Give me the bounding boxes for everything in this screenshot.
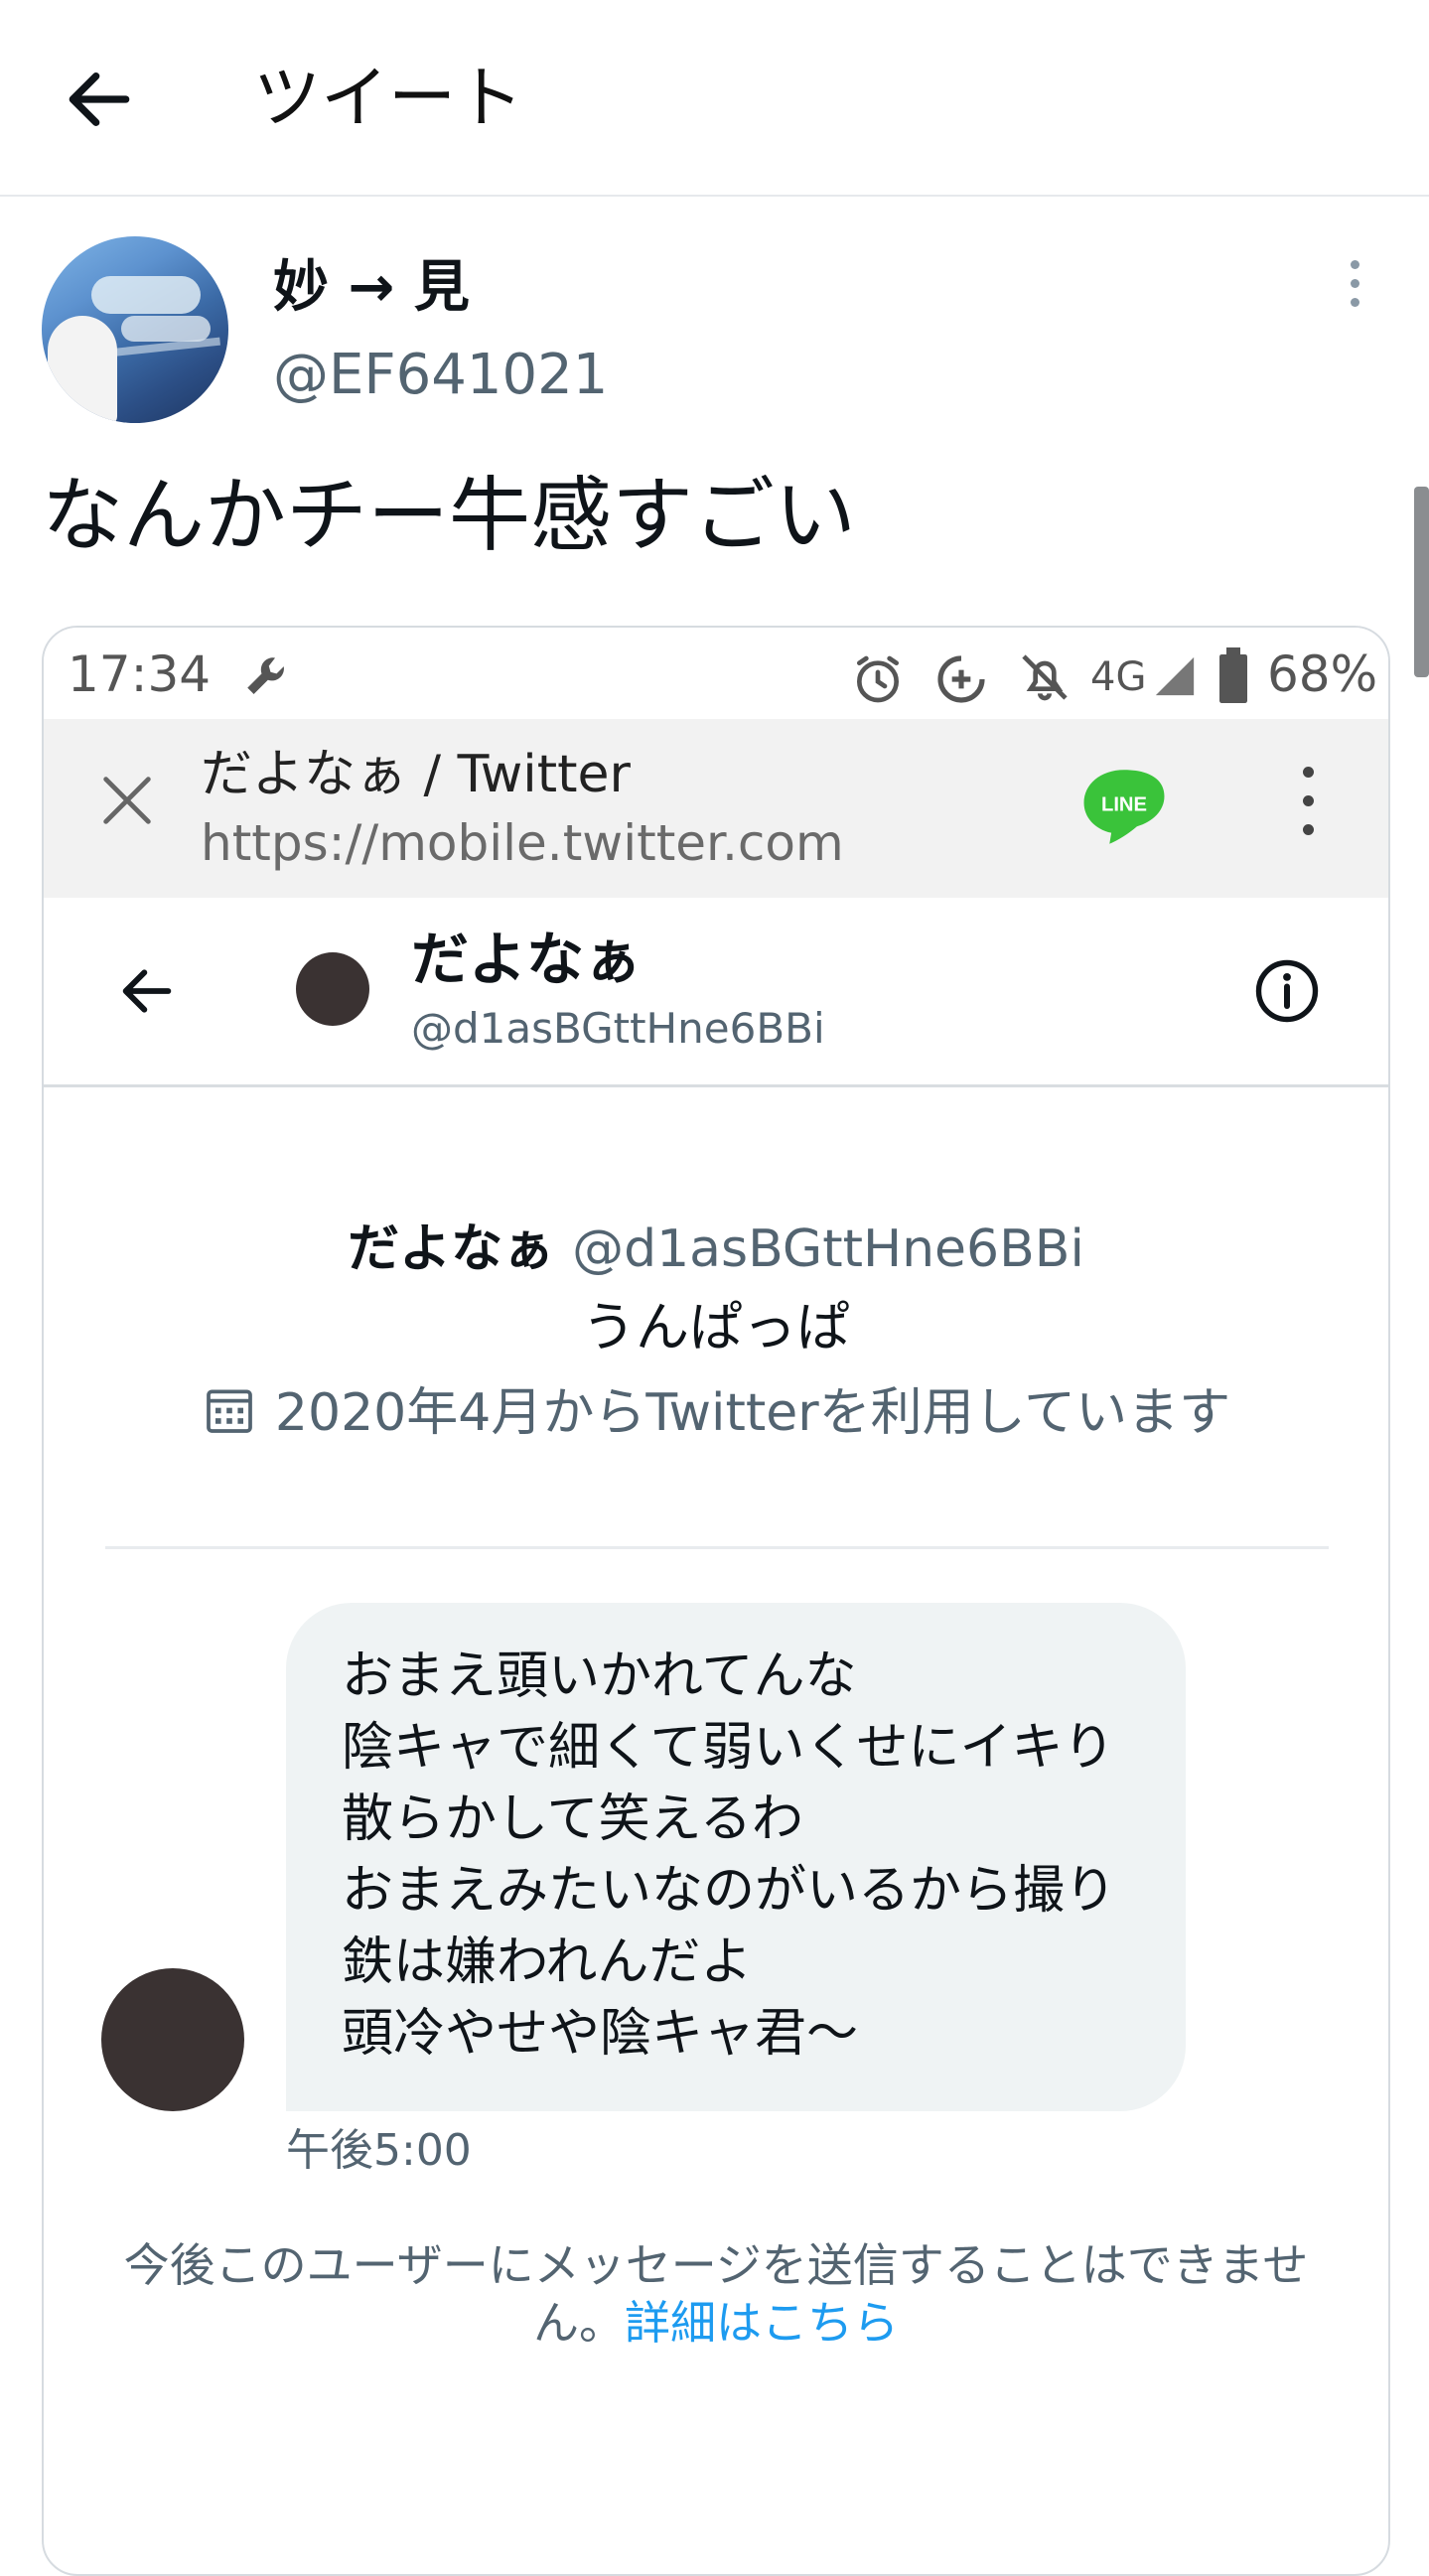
info-icon[interactable] <box>1251 955 1323 1027</box>
signal-icon <box>1155 656 1195 696</box>
author-handle[interactable]: @EF641021 <box>273 338 608 413</box>
scrollbar-thumb[interactable] <box>1414 487 1429 677</box>
learn-more-link[interactable]: 詳細はこちら <box>625 2296 899 2350</box>
notice-text-line2-wrap: ん。詳細はこちら <box>103 2294 1329 2352</box>
data-saver-icon <box>937 655 985 703</box>
message-line: 頭冷やせや陰キャ君～ <box>342 2004 859 2064</box>
in-app-browser-bar: だよなぁ / Twitter https://mobile.twitter.co… <box>44 719 1388 900</box>
dm-contact-name[interactable]: だよなぁ <box>411 922 642 997</box>
notice-text-line1: 今後このユーザーにメッセージを送信することはできませ <box>123 2238 1309 2292</box>
message-line: 鉄は嫌われんだよ <box>342 1932 753 1992</box>
more-vertical-icon[interactable] <box>1293 767 1323 850</box>
profile-name[interactable]: だよなぁ <box>348 1219 554 1279</box>
profile-summary: だよなぁ @d1asBGttHne6BBi うんぱっぱ 2020年4月からTwit… <box>44 1214 1388 1456</box>
more-vertical-icon[interactable] <box>1343 260 1366 320</box>
battery-percent: 68% <box>1267 645 1378 703</box>
alarm-icon <box>857 655 899 703</box>
profile-joined-date: 2020年4月からTwitterを利用しています <box>44 1370 1388 1456</box>
wrench-icon <box>247 657 284 694</box>
message-line: 散らかして笑えるわ <box>342 1789 803 1849</box>
battery-icon <box>1219 647 1247 703</box>
tweet-image[interactable]: 17:34 4G 68% だよなぁ / Twitter https://mobi… <box>42 626 1390 2576</box>
dm-contact-handle: @d1asBGttHne6BBi <box>411 1004 825 1053</box>
message-line: おまえみたいなのがいるから撮り <box>342 1861 1117 1921</box>
line-logo-icon[interactable]: LINE <box>1078 761 1170 852</box>
author-display-name[interactable]: 妙 → 見 <box>273 248 470 328</box>
avatar[interactable] <box>296 952 369 1026</box>
divider <box>105 1546 1329 1549</box>
notice-text-line2: ん。 <box>533 2296 625 2350</box>
close-icon[interactable] <box>95 769 159 832</box>
notifications-off-icon <box>1022 654 1068 701</box>
dm-conversation-header: だよなぁ @d1asBGttHne6BBi <box>44 898 1388 1087</box>
arrow-left-icon[interactable] <box>60 60 139 139</box>
phone-status-bar: 17:34 4G 68% <box>44 628 1388 719</box>
arrow-left-icon[interactable] <box>115 959 179 1023</box>
message-timestamp: 午後5:00 <box>286 2125 472 2176</box>
browser-url[interactable]: https://mobile.twitter.com <box>201 810 844 876</box>
message-line: おまえ頭いかれてんな <box>342 1646 857 1706</box>
dm-disabled-notice: 今後このユーザーにメッセージを送信することはできませ ん。詳細はこちら <box>103 2236 1329 2352</box>
avatar[interactable] <box>42 236 228 423</box>
profile-joined-text: 2020年4月からTwitterを利用しています <box>274 1383 1231 1443</box>
calendar-icon <box>207 1389 252 1433</box>
message-line: 陰キャで細くて弱いくせにイキり <box>342 1718 1115 1778</box>
avatar[interactable] <box>101 1968 244 2111</box>
app-header: ツイート <box>0 0 1429 197</box>
profile-bio: うんぱっぱ <box>582 1296 850 1359</box>
status-time: 17:34 <box>68 645 212 703</box>
browser-page-title: だよなぁ / Twitter <box>201 745 631 804</box>
tweet-text: なんかチー牛感すごい <box>42 469 857 563</box>
profile-name-line: だよなぁ @d1asBGttHne6BBi <box>44 1214 1388 1285</box>
network-type: 4G <box>1090 654 1147 700</box>
message-bubble[interactable]: おまえ頭いかれてんな 陰キャで細くて弱いくせにイキり 散らかして笑えるわ おまえ… <box>286 1603 1186 2111</box>
profile-handle: @d1asBGttHne6BBi <box>572 1219 1084 1279</box>
line-logo-text: LINE <box>1101 794 1147 816</box>
page-title: ツイート <box>253 60 524 138</box>
